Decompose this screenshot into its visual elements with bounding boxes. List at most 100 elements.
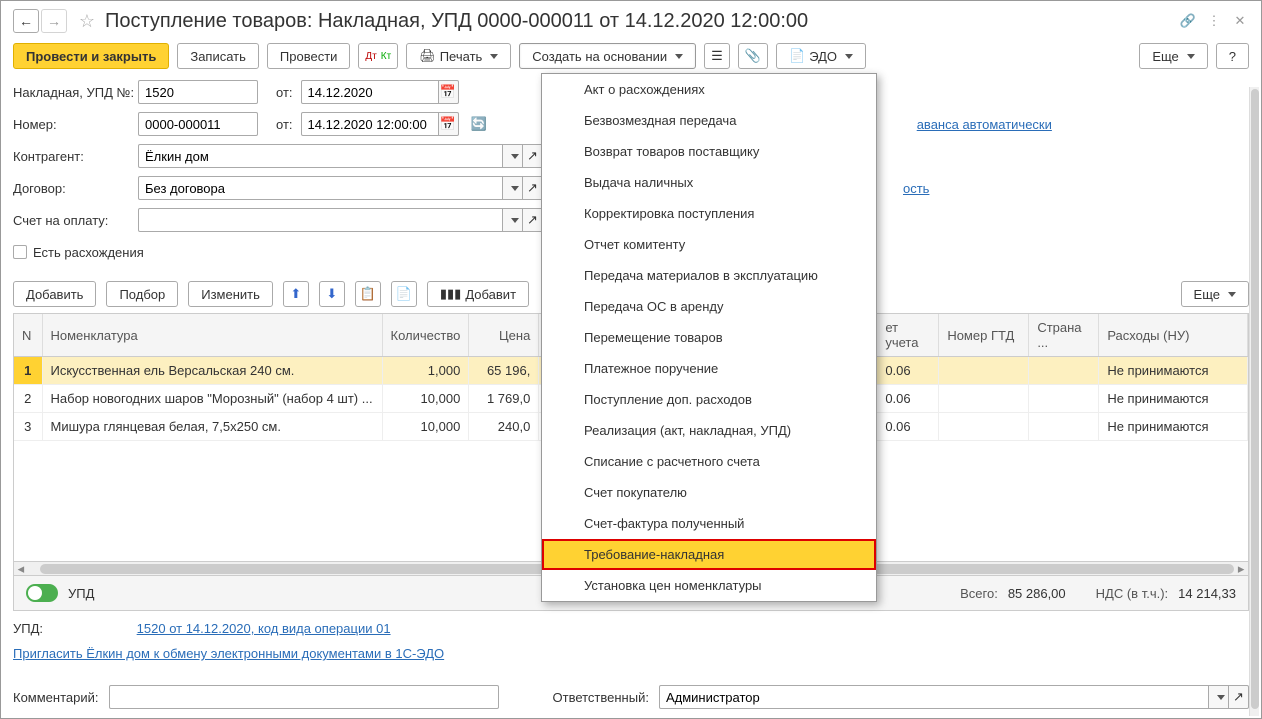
contragent-input[interactable]: [138, 144, 503, 168]
chevron-down-icon: [511, 154, 519, 159]
close-icon[interactable]: ✕: [1231, 12, 1249, 30]
open-icon: ↗: [527, 148, 538, 164]
menu-item[interactable]: Требование-накладная: [542, 539, 876, 570]
col-nomenclature[interactable]: Номенклатура: [42, 314, 382, 357]
menu-item[interactable]: Выдача наличных: [542, 167, 876, 198]
upd-footer-label: УПД:: [13, 621, 43, 636]
menu-item[interactable]: Счет-фактура полученный: [542, 508, 876, 539]
menu-item[interactable]: Списание с расчетного счета: [542, 446, 876, 477]
more-button[interactable]: Еще: [1139, 43, 1207, 69]
arrow-up-icon: ⬆: [290, 286, 301, 302]
num-input[interactable]: [138, 112, 258, 136]
col-expenses[interactable]: Расходы (НУ): [1099, 314, 1248, 357]
total-value: 85 286,00: [1008, 586, 1066, 601]
refresh-icon[interactable]: 🔄: [471, 116, 487, 132]
dogovor-input[interactable]: [138, 176, 503, 200]
invite-edo-link[interactable]: Пригласить Ёлкин дом к обмену электронны…: [13, 646, 444, 661]
chevron-down-icon: [845, 54, 853, 59]
relations-button[interactable]: ☰: [704, 43, 730, 69]
col-account[interactable]: ет учета: [877, 314, 939, 357]
menu-item[interactable]: Акт о расхождениях: [542, 74, 876, 105]
menu-item[interactable]: Счет покупателю: [542, 477, 876, 508]
discrepancies-label: Есть расхождения: [33, 245, 144, 260]
responsible-input[interactable]: [659, 685, 1209, 709]
open-ref-button[interactable]: ↗: [523, 144, 543, 168]
col-country[interactable]: Страна ...: [1029, 314, 1099, 357]
kebab-menu-icon[interactable]: ⋮: [1205, 12, 1223, 30]
menu-item[interactable]: Отчет комитенту: [542, 229, 876, 260]
help-button[interactable]: ?: [1216, 43, 1249, 69]
nakl-num-input[interactable]: [138, 80, 258, 104]
chevron-down-icon: [1228, 292, 1236, 297]
upd-toggle[interactable]: [26, 584, 58, 602]
col-price[interactable]: Цена: [469, 314, 539, 357]
menu-item[interactable]: Перемещение товаров: [542, 322, 876, 353]
barcode-icon: ▮▮▮: [440, 286, 461, 302]
dropdown-button[interactable]: [503, 144, 523, 168]
open-ref-button[interactable]: ↗: [1229, 685, 1249, 709]
avans-link[interactable]: аванса автоматически: [917, 117, 1052, 132]
change-item-button[interactable]: Изменить: [188, 281, 273, 307]
paste-button[interactable]: 📄: [391, 281, 417, 307]
menu-item[interactable]: Реализация (акт, накладная, УПД): [542, 415, 876, 446]
attachments-button[interactable]: 📎: [738, 43, 768, 69]
post-and-close-button[interactable]: Провести и закрыть: [13, 43, 169, 69]
col-n[interactable]: N: [14, 314, 42, 357]
add-barcode-button[interactable]: ▮▮▮Добавит: [427, 281, 529, 307]
dropdown-button[interactable]: [503, 176, 523, 200]
titlebar: ← → ☆ Поступление товаров: Накладная, УП…: [1, 1, 1261, 37]
date-picker-button[interactable]: 📅: [439, 80, 459, 104]
select-item-button[interactable]: Подбор: [106, 281, 178, 307]
comment-input[interactable]: [109, 685, 499, 709]
upd-toggle-label: УПД: [68, 586, 94, 601]
menu-item[interactable]: Корректировка поступления: [542, 198, 876, 229]
contragent-label: Контрагент:: [13, 149, 138, 164]
upd-link[interactable]: 1520 от 14.12.2020, код вида операции 01: [137, 621, 391, 636]
nav-forward-button[interactable]: →: [41, 9, 67, 33]
copy-icon: 📋: [360, 286, 376, 302]
col-qty[interactable]: Количество: [382, 314, 469, 357]
print-button[interactable]: 🖨Печать: [406, 43, 511, 69]
num-date-input[interactable]: [301, 112, 439, 136]
comment-row: Комментарий: Ответственный: ↗: [1, 681, 1261, 713]
paperclip-icon: 📎: [745, 48, 761, 64]
nakl-date-input[interactable]: [301, 80, 439, 104]
dog-link[interactable]: ость: [903, 181, 929, 196]
favorite-star-icon[interactable]: ☆: [75, 9, 99, 33]
edo-button[interactable]: 📄ЭДО: [776, 43, 866, 69]
responsible-label: Ответственный:: [553, 690, 649, 705]
items-more-button[interactable]: Еще: [1181, 281, 1249, 307]
discrepancies-checkbox[interactable]: [13, 245, 27, 259]
vertical-scrollbar[interactable]: [1249, 87, 1259, 716]
col-gtd[interactable]: Номер ГТД: [939, 314, 1029, 357]
move-up-button[interactable]: ⬆: [283, 281, 309, 307]
create-based-on-button[interactable]: Создать на основании: [519, 43, 696, 69]
copy-button[interactable]: 📋: [355, 281, 381, 307]
menu-item[interactable]: Безвозмездная передача: [542, 105, 876, 136]
dr-cr-button[interactable]: ДтКт: [358, 43, 398, 69]
total-label: Всего:: [960, 586, 998, 601]
schet-input[interactable]: [138, 208, 503, 232]
open-ref-button[interactable]: ↗: [523, 208, 543, 232]
menu-item[interactable]: Возврат товаров поставщику: [542, 136, 876, 167]
schet-label: Счет на оплату:: [13, 213, 138, 228]
arrow-right-icon: →: [47, 13, 61, 29]
menu-item[interactable]: Передача ОС в аренду: [542, 291, 876, 322]
add-item-button[interactable]: Добавить: [13, 281, 96, 307]
dropdown-button[interactable]: [1209, 685, 1229, 709]
open-ref-button[interactable]: ↗: [523, 176, 543, 200]
link-icon[interactable]: 🔗: [1179, 12, 1197, 30]
create-based-on-menu: Акт о расхожденияхБезвозмездная передача…: [541, 73, 877, 602]
scrollbar-thumb[interactable]: [1251, 89, 1259, 709]
menu-item[interactable]: Установка цен номенклатуры: [542, 570, 876, 601]
write-button[interactable]: Записать: [177, 43, 259, 69]
post-button[interactable]: Провести: [267, 43, 351, 69]
date-picker-button[interactable]: 📅: [439, 112, 459, 136]
menu-item[interactable]: Платежное поручение: [542, 353, 876, 384]
nav-back-button[interactable]: ←: [13, 9, 39, 33]
chevron-down-icon: [511, 218, 519, 223]
menu-item[interactable]: Поступление доп. расходов: [542, 384, 876, 415]
dropdown-button[interactable]: [503, 208, 523, 232]
move-down-button[interactable]: ⬇: [319, 281, 345, 307]
menu-item[interactable]: Передача материалов в эксплуатацию: [542, 260, 876, 291]
